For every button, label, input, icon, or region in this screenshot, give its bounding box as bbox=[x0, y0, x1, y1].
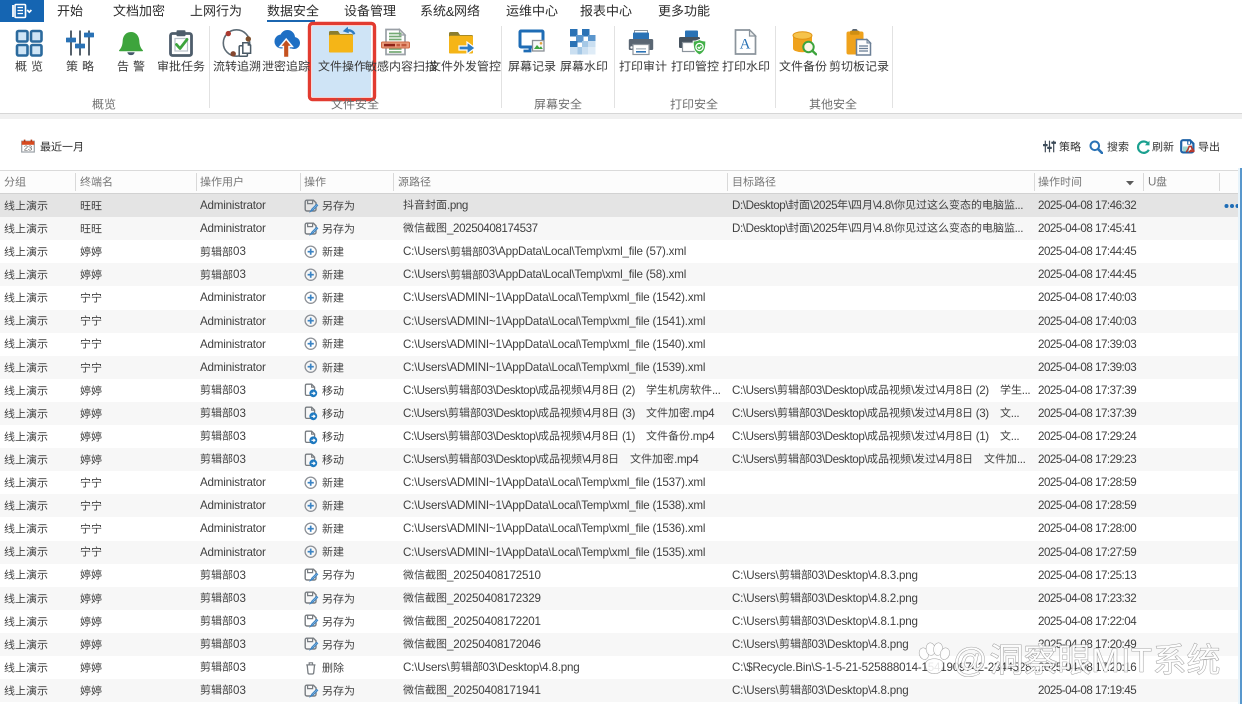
svg-text:A: A bbox=[740, 37, 751, 53]
svg-text:23: 23 bbox=[24, 143, 32, 152]
